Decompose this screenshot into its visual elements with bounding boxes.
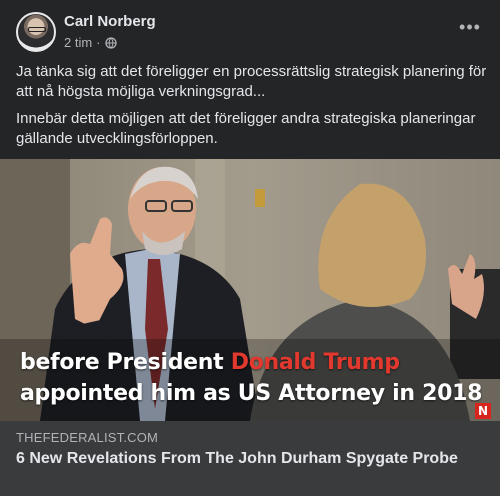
globe-icon[interactable] (104, 36, 117, 49)
caption-highlight: Donald Trump (230, 350, 400, 375)
author-avatar[interactable] (16, 12, 56, 52)
link-title[interactable]: 6 New Revelations From The John Durham S… (16, 449, 476, 469)
more-options-icon[interactable]: ••• (456, 18, 484, 40)
feed-post: Carl Norberg 2 tim · ••• Ja tänka sig at… (0, 0, 500, 496)
publisher-logo: N (475, 403, 491, 419)
image-caption-line2: appointed him as US Attorney in 2018 (20, 381, 483, 406)
post-time[interactable]: 2 tim (64, 35, 92, 50)
meta-separator: · (96, 35, 101, 50)
link-preview[interactable]: THEFEDERALIST.COM 6 New Revelations From… (0, 421, 500, 496)
post-paragraph: Innebär detta möjligen att det föreligge… (16, 110, 476, 147)
image-caption-line1: before President Donald Trump (20, 350, 400, 375)
avatar-glasses (28, 27, 46, 32)
post-text: Ja tänka sig att det föreligger en proce… (16, 62, 492, 156)
post-image[interactable]: before President Donald Trump appointed … (0, 159, 500, 421)
link-domain: THEFEDERALIST.COM (16, 430, 159, 445)
caption-prefix: before President (20, 350, 231, 375)
post-meta: 2 tim · (64, 35, 117, 50)
post-header: Carl Norberg 2 tim · ••• (16, 12, 484, 54)
post-paragraph: Ja tänka sig att det föreligger en proce… (16, 63, 487, 100)
author-name[interactable]: Carl Norberg (64, 13, 156, 30)
